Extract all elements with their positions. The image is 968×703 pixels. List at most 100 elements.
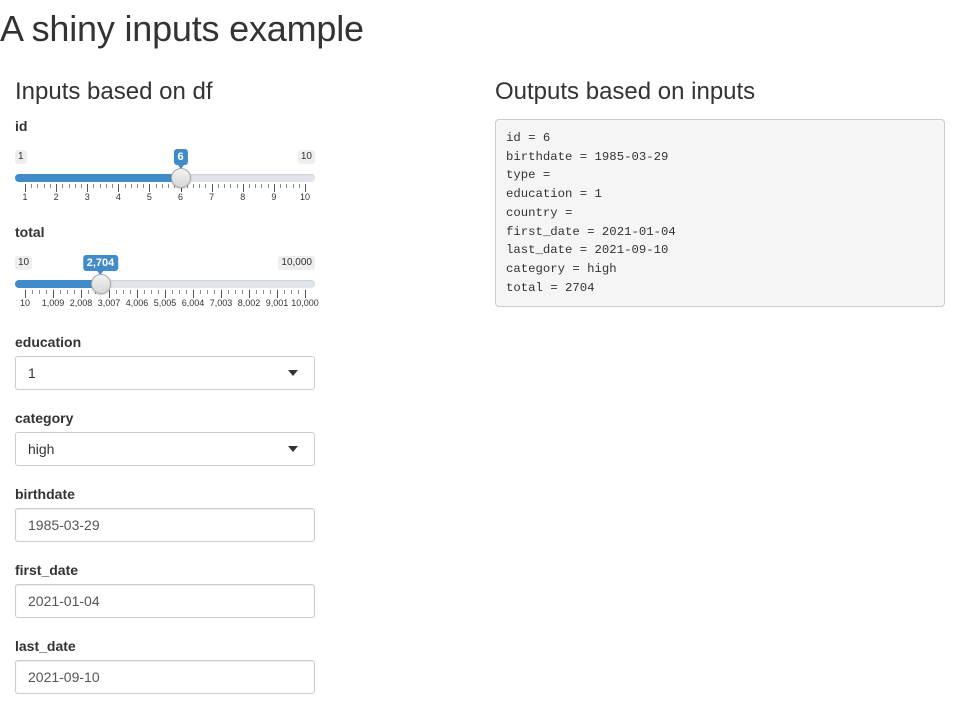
slider-tick [305,184,306,192]
slider-tick [277,290,278,298]
slider-minor-tick [214,290,215,294]
last-date-group: last_date 2021-09-10 [15,638,315,694]
slider-minor-tick [130,290,131,294]
slider-minor-tick [124,184,126,188]
slider-tick [25,290,26,298]
output-line: total = 2704 [506,280,595,295]
output-text-block: id = 6 birthdate = 1985-03-29 type = edu… [495,119,945,308]
slider-tick-label: 9 [271,192,277,202]
slider-tick-label: 3 [84,192,90,202]
inputs-panel: Inputs based on df id 1 10 6 1 2 3 4 5 6 7 8 9 10 to… [15,78,319,703]
slider-handle[interactable] [90,274,111,294]
slider-fill [15,280,101,288]
page-title: A shiny inputs example [0,8,364,49]
slider-tick-label: 2,008 [69,298,93,308]
slider-minor-tick [186,290,187,294]
slider-minor-tick [60,290,61,294]
category-select[interactable]: high [15,432,315,466]
inputs-panel-title: Inputs based on df [15,78,213,105]
slider-tick-label: 10 [19,298,31,308]
slider-minor-tick [228,290,229,294]
slider-tick [211,184,213,192]
slider-minor-tick [130,184,132,188]
slider-tick-label: 10,000 [291,298,319,308]
output-line: birthdate = 1985-03-29 [506,149,669,164]
slider-minor-tick [68,184,70,188]
slider-max-label: 10 [297,150,315,164]
slider-minor-tick [116,290,117,294]
slider-minor-tick [81,184,82,188]
slider-minor-tick [236,184,238,188]
chevron-down-icon [288,370,298,376]
slider-tick-label: 8 [240,192,246,202]
education-label: education [15,334,82,350]
slider-minor-tick [46,290,47,294]
slider-minor-tick [137,184,138,188]
total-slider-group: total 10 10,000 2,704 10 1,009 2,008 3,007 4,00… [15,224,319,322]
slider-tick-label: 1,009 [41,298,65,308]
slider-minor-tick [284,290,285,294]
slider-minor-tick [32,290,33,294]
slider-minor-tick [217,184,219,188]
slider-minor-tick [93,184,95,188]
slider-track[interactable] [15,174,315,182]
first-date-group: first_date 2021-01-04 [15,562,315,618]
birthdate-label: birthdate [15,486,75,502]
slider-tick-label: 5,005 [153,298,177,308]
slider-minor-tick [144,290,145,294]
slider-minor-tick [155,184,157,188]
slider-minor-tick [292,184,294,188]
slider-tick-label: 6 [178,192,184,202]
slider-minor-tick [267,184,269,188]
category-label: category [15,410,74,426]
slider-tick-label: 4,006 [125,298,149,308]
education-select[interactable]: 1 [15,356,315,390]
last-date-input[interactable]: 2021-09-10 [15,660,315,694]
slider-tick [193,290,194,298]
slider-minor-tick [74,184,76,188]
slider-tick-label: 4 [115,192,121,202]
total-slider[interactable]: 10 10,000 2,704 10 1,009 2,008 3,007 4,006 5,005… [15,240,319,322]
slider-minor-tick [37,184,39,188]
output-line: type = [506,168,558,183]
slider-minor-tick [249,184,250,188]
slider-tick [273,184,275,192]
slider-tick-label: 9,001 [265,298,289,308]
slider-tick [118,184,120,192]
slider-minor-tick [199,184,201,188]
slider-minor-tick [235,290,236,294]
category-group: category high [15,410,315,466]
slider-minor-tick [39,290,40,294]
first-date-input[interactable]: 2021-01-04 [15,584,315,618]
slider-track[interactable] [15,280,315,288]
slider-minor-tick [172,290,173,294]
slider-minor-tick [74,290,75,294]
slider-minor-tick [158,290,159,294]
slider-tick [249,290,250,298]
slider-minor-tick [49,184,51,188]
slider-minor-tick [67,290,68,294]
slider-handle[interactable] [170,168,191,188]
slider-minor-tick [161,184,163,188]
slider-fill [15,174,181,182]
slider-minor-tick [205,184,207,188]
birthdate-group: birthdate 1985-03-29 [15,486,315,542]
slider-minor-tick [43,184,45,188]
output-line: id = 6 [506,131,551,145]
slider-tick [56,184,58,192]
slider-minor-tick [62,184,64,188]
last-date-label: last_date [15,638,76,654]
slider-minor-tick [263,290,264,294]
slider-tick [242,184,244,192]
slider-tick [81,290,82,298]
slider-minor-tick [230,184,232,188]
id-slider[interactable]: 1 10 6 1 2 3 4 5 6 7 8 9 10 [15,134,315,216]
education-group: education 1 [15,334,315,390]
slider-minor-tick [280,184,282,188]
slider-minor-tick [168,184,170,188]
id-label: id [15,118,28,134]
birthdate-input[interactable]: 1985-03-29 [15,508,315,542]
slider-min-label: 1 [15,150,27,164]
slider-minor-tick [261,184,263,188]
slider-minor-tick [242,290,243,294]
